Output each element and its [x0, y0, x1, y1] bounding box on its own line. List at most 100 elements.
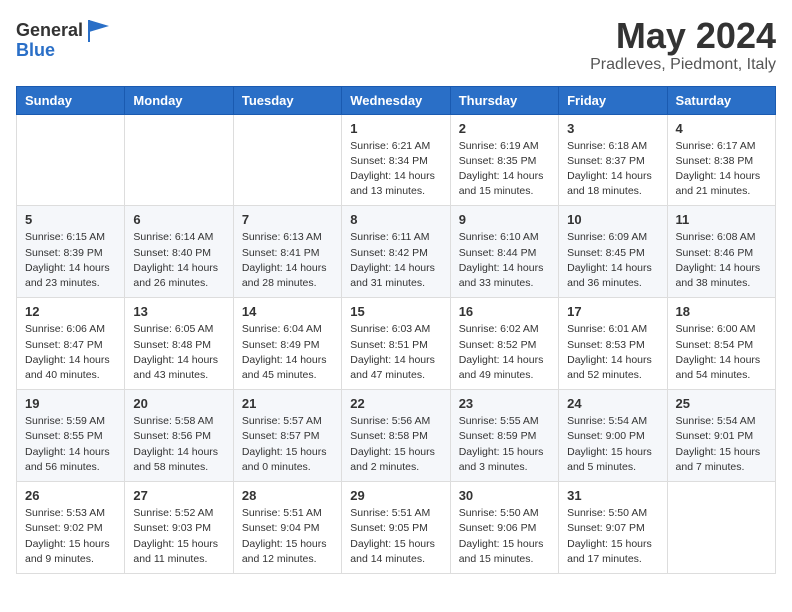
table-row: 9 Sunrise: 6:10 AM Sunset: 8:44 PM Daylig…: [450, 206, 558, 298]
table-row: 30 Sunrise: 5:50 AM Sunset: 9:06 PM Dayli…: [450, 482, 558, 574]
col-monday: Monday: [125, 86, 233, 114]
day-info: Sunrise: 6:08 AM Sunset: 8:46 PM Dayligh…: [676, 230, 767, 291]
day-number: 5: [25, 212, 116, 227]
day-info: Sunrise: 6:21 AM Sunset: 8:34 PM Dayligh…: [350, 139, 441, 200]
table-row: 13 Sunrise: 6:05 AM Sunset: 8:48 PM Dayli…: [125, 298, 233, 390]
day-number: 17: [567, 304, 658, 319]
table-row: 21 Sunrise: 5:57 AM Sunset: 8:57 PM Dayli…: [233, 390, 341, 482]
day-number: 7: [242, 212, 333, 227]
day-number: 26: [25, 488, 116, 503]
day-number: 10: [567, 212, 658, 227]
table-row: 28 Sunrise: 5:51 AM Sunset: 9:04 PM Dayli…: [233, 482, 341, 574]
day-number: 12: [25, 304, 116, 319]
day-number: 31: [567, 488, 658, 503]
day-info: Sunrise: 5:51 AM Sunset: 9:04 PM Dayligh…: [242, 506, 333, 567]
day-number: 27: [133, 488, 224, 503]
col-sunday: Sunday: [17, 86, 125, 114]
calendar-week-5: 26Sunrise: 5:53 AM Sunset: 9:02 PM Dayli…: [17, 482, 776, 574]
day-info: Sunrise: 5:54 AM Sunset: 9:01 PM Dayligh…: [676, 414, 767, 475]
table-row: [233, 114, 341, 206]
table-row: 15 Sunrise: 6:03 AM Sunset: 8:51 PM Dayli…: [342, 298, 450, 390]
day-number: 21: [242, 396, 333, 411]
table-row: 29 Sunrise: 5:51 AM Sunset: 9:05 PM Dayli…: [342, 482, 450, 574]
day-info: Sunrise: 5:51 AM Sunset: 9:05 PM Dayligh…: [350, 506, 441, 567]
day-number: 25: [676, 396, 767, 411]
table-row: 6 Sunrise: 6:14 AM Sunset: 8:40 PM Daylig…: [125, 206, 233, 298]
table-row: 17 Sunrise: 6:01 AM Sunset: 8:53 PM Dayli…: [559, 298, 667, 390]
day-info: Sunrise: 6:00 AM Sunset: 8:54 PM Dayligh…: [676, 322, 767, 383]
logo-general-text: General: [16, 20, 83, 41]
day-number: 18: [676, 304, 767, 319]
table-row: 11 Sunrise: 6:08 AM Sunset: 8:46 PM Dayli…: [667, 206, 775, 298]
table-row: 27Sunrise: 5:52 AM Sunset: 9:03 PM Dayli…: [125, 482, 233, 574]
day-number: 29: [350, 488, 441, 503]
day-info: Sunrise: 6:10 AM Sunset: 8:44 PM Dayligh…: [459, 230, 550, 291]
day-number: 6: [133, 212, 224, 227]
table-row: 7Sunrise: 6:13 AM Sunset: 8:41 PM Daylig…: [233, 206, 341, 298]
day-info: Sunrise: 5:58 AM Sunset: 8:56 PM Dayligh…: [133, 414, 224, 475]
day-number: 2: [459, 121, 550, 136]
day-info: Sunrise: 6:04 AM Sunset: 8:49 PM Dayligh…: [242, 322, 333, 383]
day-info: Sunrise: 6:09 AM Sunset: 8:45 PM Dayligh…: [567, 230, 658, 291]
day-number: 9: [459, 212, 550, 227]
day-number: 28: [242, 488, 333, 503]
logo-blue-text: Blue: [16, 40, 55, 61]
table-row: 8 Sunrise: 6:11 AM Sunset: 8:42 PM Daylig…: [342, 206, 450, 298]
day-number: 23: [459, 396, 550, 411]
day-info: Sunrise: 6:03 AM Sunset: 8:51 PM Dayligh…: [350, 322, 441, 383]
day-info: Sunrise: 5:50 AM Sunset: 9:07 PM Dayligh…: [567, 506, 658, 567]
day-info: Sunrise: 6:18 AM Sunset: 8:37 PM Dayligh…: [567, 139, 658, 200]
table-row: 16 Sunrise: 6:02 AM Sunset: 8:52 PM Dayli…: [450, 298, 558, 390]
col-saturday: Saturday: [667, 86, 775, 114]
day-info: Sunrise: 5:50 AM Sunset: 9:06 PM Dayligh…: [459, 506, 550, 567]
table-row: 4 Sunrise: 6:17 AM Sunset: 8:38 PM Daylig…: [667, 114, 775, 206]
day-number: 11: [676, 212, 767, 227]
logo: General Blue: [16, 16, 113, 61]
month-title: May 2024: [590, 16, 776, 56]
day-number: 30: [459, 488, 550, 503]
calendar-week-2: 5 Sunrise: 6:15 AM Sunset: 8:39 PM Daylig…: [17, 206, 776, 298]
calendar-header-row: Sunday Monday Tuesday Wednesday Thursday…: [17, 86, 776, 114]
col-friday: Friday: [559, 86, 667, 114]
day-info: Sunrise: 5:55 AM Sunset: 8:59 PM Dayligh…: [459, 414, 550, 475]
day-info: Sunrise: 6:02 AM Sunset: 8:52 PM Dayligh…: [459, 322, 550, 383]
day-info: Sunrise: 6:15 AM Sunset: 8:39 PM Dayligh…: [25, 230, 116, 291]
table-row: 12 Sunrise: 6:06 AM Sunset: 8:47 PM Dayli…: [17, 298, 125, 390]
day-number: 4: [676, 121, 767, 136]
day-info: Sunrise: 5:56 AM Sunset: 8:58 PM Dayligh…: [350, 414, 441, 475]
day-info: Sunrise: 5:57 AM Sunset: 8:57 PM Dayligh…: [242, 414, 333, 475]
table-row: 25 Sunrise: 5:54 AM Sunset: 9:01 PM Dayli…: [667, 390, 775, 482]
table-row: 18 Sunrise: 6:00 AM Sunset: 8:54 PM Dayli…: [667, 298, 775, 390]
day-info: Sunrise: 6:17 AM Sunset: 8:38 PM Dayligh…: [676, 139, 767, 200]
table-row: 10 Sunrise: 6:09 AM Sunset: 8:45 PM Dayli…: [559, 206, 667, 298]
day-info: Sunrise: 5:59 AM Sunset: 8:55 PM Dayligh…: [25, 414, 116, 475]
table-row: 20 Sunrise: 5:58 AM Sunset: 8:56 PM Dayli…: [125, 390, 233, 482]
day-number: 16: [459, 304, 550, 319]
day-info: Sunrise: 5:54 AM Sunset: 9:00 PM Dayligh…: [567, 414, 658, 475]
table-row: 31 Sunrise: 5:50 AM Sunset: 9:07 PM Dayli…: [559, 482, 667, 574]
day-number: 15: [350, 304, 441, 319]
table-row: 19 Sunrise: 5:59 AM Sunset: 8:55 PM Dayli…: [17, 390, 125, 482]
calendar-week-3: 12 Sunrise: 6:06 AM Sunset: 8:47 PM Dayli…: [17, 298, 776, 390]
header: General Blue May 2024 Pradleves, Piedmon…: [16, 16, 776, 74]
day-info: Sunrise: 6:11 AM Sunset: 8:42 PM Dayligh…: [350, 230, 441, 291]
table-row: 22Sunrise: 5:56 AM Sunset: 8:58 PM Dayli…: [342, 390, 450, 482]
day-info: Sunrise: 6:01 AM Sunset: 8:53 PM Dayligh…: [567, 322, 658, 383]
col-thursday: Thursday: [450, 86, 558, 114]
location-title: Pradleves, Piedmont, Italy: [590, 56, 776, 74]
col-wednesday: Wednesday: [342, 86, 450, 114]
day-info: Sunrise: 6:05 AM Sunset: 8:48 PM Dayligh…: [133, 322, 224, 383]
day-info: Sunrise: 6:19 AM Sunset: 8:35 PM Dayligh…: [459, 139, 550, 200]
table-row: 1Sunrise: 6:21 AM Sunset: 8:34 PM Daylig…: [342, 114, 450, 206]
day-number: 13: [133, 304, 224, 319]
day-info: Sunrise: 6:06 AM Sunset: 8:47 PM Dayligh…: [25, 322, 116, 383]
day-info: Sunrise: 6:14 AM Sunset: 8:40 PM Dayligh…: [133, 230, 224, 291]
day-number: 8: [350, 212, 441, 227]
calendar-week-1: 1Sunrise: 6:21 AM Sunset: 8:34 PM Daylig…: [17, 114, 776, 206]
day-number: 20: [133, 396, 224, 411]
table-row: 23 Sunrise: 5:55 AM Sunset: 8:59 PM Dayli…: [450, 390, 558, 482]
day-number: 19: [25, 396, 116, 411]
table-row: 5 Sunrise: 6:15 AM Sunset: 8:39 PM Daylig…: [17, 206, 125, 298]
table-row: 2 Sunrise: 6:19 AM Sunset: 8:35 PM Daylig…: [450, 114, 558, 206]
table-row: 14Sunrise: 6:04 AM Sunset: 8:49 PM Dayli…: [233, 298, 341, 390]
